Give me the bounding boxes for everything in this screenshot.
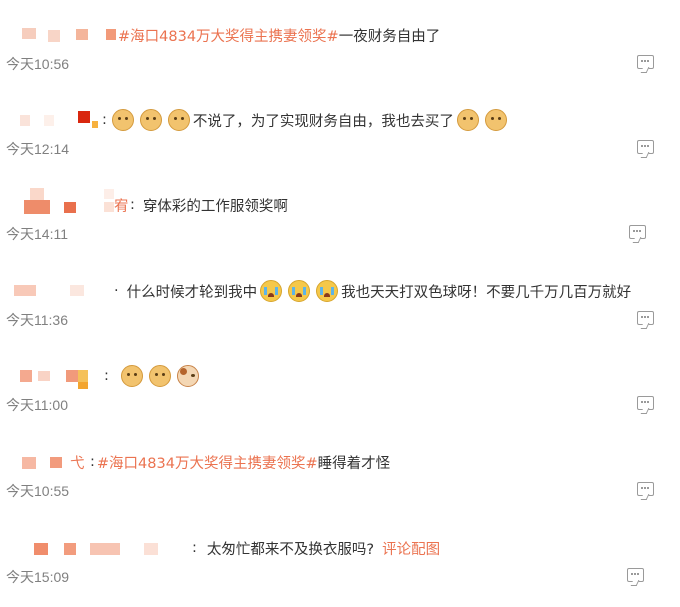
doge-emoji-icon — [456, 109, 479, 131]
user-name-tail[interactable]: 弋 — [70, 452, 85, 473]
name-colon: : — [192, 540, 197, 556]
doge-emoji-icon — [139, 109, 162, 131]
reply-icon[interactable] — [637, 311, 654, 325]
reply-icon[interactable] — [637, 482, 654, 496]
reply-icon[interactable] — [627, 568, 644, 582]
user-name-redacted[interactable] — [8, 537, 186, 559]
comment-time: 今天10:56 — [6, 56, 70, 72]
doge-emoji-icon — [148, 365, 171, 387]
comment-item: : 太匆忙都来不及换衣服吗? 评论配图 今天15:09 — [0, 515, 680, 601]
comment-text: 什么时候才轮到我中 — [126, 284, 258, 301]
doge-emoji-icon — [484, 109, 507, 131]
comment-item: : 今天11:00 — [0, 343, 680, 429]
user-name-tail[interactable]: 宥 — [114, 195, 129, 216]
user-name-redacted[interactable] — [8, 365, 94, 389]
comment-time: 今天10:55 — [6, 483, 70, 499]
user-name-redacted[interactable]: 弋 — [8, 451, 88, 473]
crying-emoji-icon — [288, 280, 311, 302]
reply-icon[interactable] — [629, 225, 646, 239]
comment-text: 睡得着才怪 — [317, 455, 391, 472]
hashtag-link[interactable]: #海口4834万大奖得主携妻领奖# — [118, 25, 339, 46]
crying-emoji-icon — [260, 280, 283, 302]
comment-item: 宥 : 穿体彩的工作服领奖啊 今天14:11 — [0, 172, 680, 258]
comment-image-link[interactable]: 评论配图 — [382, 538, 440, 559]
reply-icon[interactable] — [637, 55, 654, 69]
comment-item: · 什么时候才轮到我中 我也天天打双色球呀！不要几千万几百万就好 今天11:36 — [0, 258, 680, 344]
cat-emoji-icon — [176, 365, 199, 387]
comment-text: 一夜财务自由了 — [338, 28, 441, 45]
doge-emoji-icon — [167, 109, 190, 131]
comment-text: 不说了，为了实现财务自由，我也去买了 — [192, 113, 454, 130]
user-name-redacted[interactable]: 宥 — [8, 188, 129, 216]
comment-item: : 不说了，为了实现财务自由，我也去买了 今天12:14 — [0, 87, 680, 173]
comment-item: 弋 : #海口4834万大奖得主携妻领奖# 睡得着才怪 今天10:55 — [0, 429, 680, 515]
comment-text: 穿体彩的工作服领奖啊 — [142, 198, 288, 215]
name-colon: : — [130, 197, 135, 213]
user-name-redacted[interactable] — [8, 280, 112, 302]
comment-time: 今天11:36 — [6, 312, 68, 328]
reply-icon[interactable] — [637, 396, 654, 410]
crying-emoji-icon — [316, 280, 339, 302]
doge-emoji-icon — [111, 109, 134, 131]
comment-item: #海口4834万大奖得主携妻领奖# 一夜财务自由了 今天10:56 — [0, 2, 680, 88]
name-colon: : — [90, 454, 95, 470]
comment-time: 今天15:09 — [6, 569, 70, 585]
comment-time: 今天12:14 — [6, 141, 70, 157]
reply-icon[interactable] — [637, 140, 654, 154]
doge-emoji-icon — [120, 365, 143, 387]
hashtag-link[interactable]: #海口4834万大奖得主携妻领奖# — [97, 452, 318, 473]
name-colon: : — [104, 368, 109, 384]
user-name-redacted[interactable] — [8, 24, 118, 46]
name-colon: : — [102, 112, 107, 128]
comment-text: 我也天天打双色球呀！不要几千万几百万就好 — [341, 284, 632, 301]
user-name-redacted[interactable] — [8, 109, 100, 131]
name-colon: · — [114, 283, 119, 299]
comment-time: 今天11:00 — [6, 397, 68, 413]
comment-time: 今天14:11 — [6, 226, 68, 242]
comment-text: 太匆忙都来不及换衣服吗? — [206, 541, 375, 558]
